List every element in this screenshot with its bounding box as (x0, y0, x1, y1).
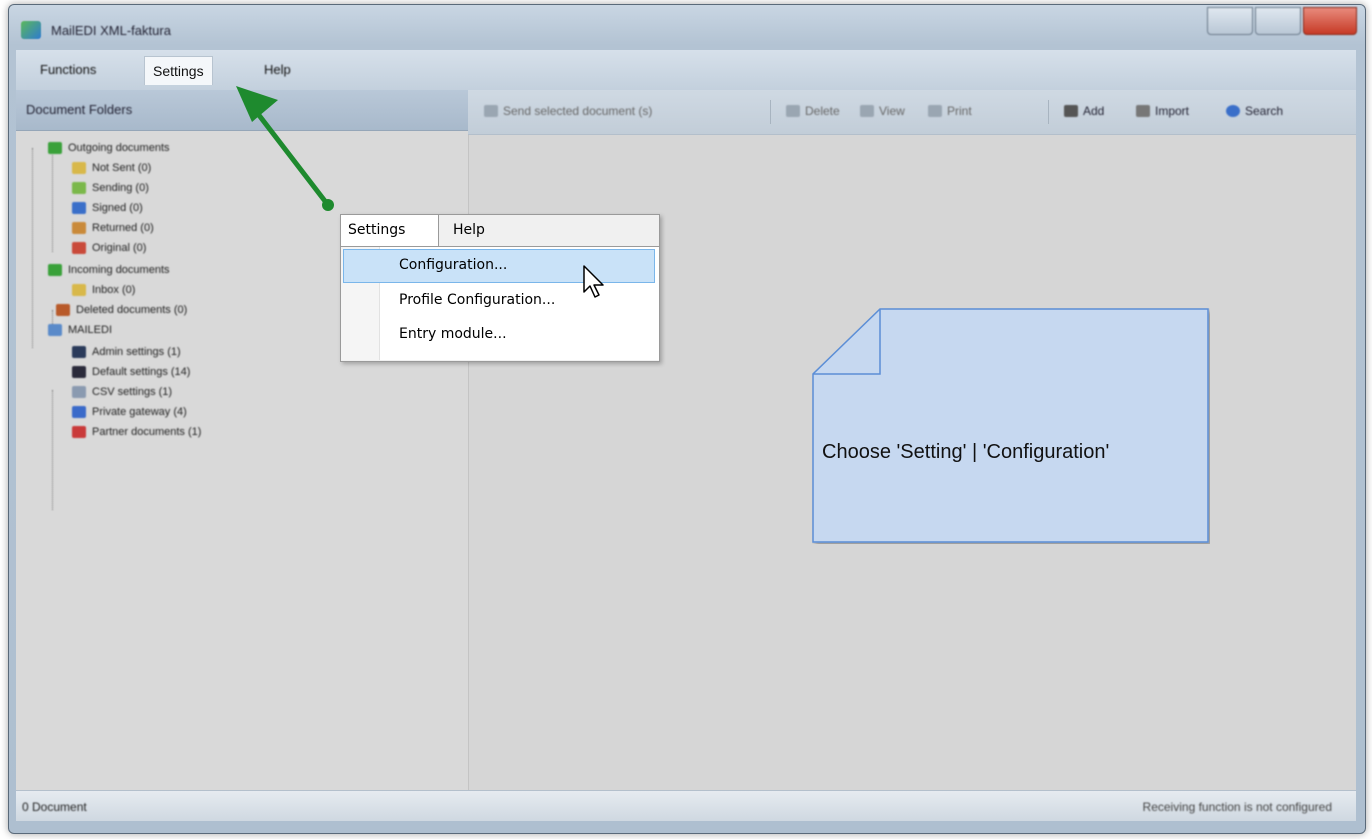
tree-item-label: Private gateway (4) (92, 406, 187, 418)
folder-icon (72, 366, 86, 378)
settings-dropdown: Settings Help Configuration... Profile C… (340, 214, 660, 362)
tree-item[interactable]: Deleted documents (0) (56, 300, 187, 320)
title-bar: MailEDI XML-faktura (9, 5, 1365, 49)
tree-item-label: Incoming documents (68, 264, 170, 276)
tree-item[interactable]: Outgoing documents (48, 138, 170, 158)
tree-item[interactable]: Private gateway (4) (72, 402, 187, 422)
tree-item[interactable]: Inbox (0) (72, 280, 135, 300)
tree-item-label: Inbox (0) (92, 284, 136, 296)
folder-icon (48, 324, 62, 336)
mouse-cursor-icon (583, 265, 604, 298)
tree-item[interactable]: Returned (0) (72, 218, 154, 238)
folder-icon (72, 202, 86, 214)
folder-icon (72, 222, 86, 234)
print-button[interactable]: Print (928, 104, 972, 118)
folder-icon (72, 162, 86, 174)
folder-icon (72, 242, 86, 254)
print-icon (928, 105, 942, 117)
send-selected-button[interactable]: Send selected document (s) (484, 104, 652, 118)
menu-bar: Functions Settings Help (16, 50, 1356, 90)
tree-item-label: Signed (0) (92, 202, 143, 214)
tree-item[interactable]: Sending (0) (72, 178, 149, 198)
tree-item[interactable]: Original (0) (72, 238, 146, 258)
tree-item[interactable]: Signed (0) (72, 198, 143, 218)
import-icon (1136, 105, 1150, 117)
folder-icon (72, 426, 86, 438)
delete-icon (786, 105, 800, 117)
tree-item-label: Sending (0) (92, 182, 149, 194)
close-button[interactable] (1303, 7, 1357, 35)
note-shape (812, 308, 1209, 543)
add-icon (1064, 105, 1078, 117)
tree-item-label: Returned (0) (92, 222, 154, 234)
window-title: MailEDI XML-faktura (51, 23, 171, 38)
menu-item-entry-module[interactable]: Entry module... (343, 318, 655, 352)
tree-item-label: Default settings (14) (92, 366, 191, 378)
document-folders-panel: Document Folders Outgoing documents Not S… (16, 90, 469, 790)
status-bar: 0 Document Receiving function is not con… (16, 790, 1356, 821)
search-button[interactable]: Search (1226, 104, 1283, 118)
folder-icon (56, 304, 70, 316)
search-icon (1226, 105, 1240, 117)
tree-item[interactable]: Default settings (14) (72, 362, 190, 382)
tree-item-label: CSV settings (1) (92, 386, 173, 398)
sidebar-header: Document Folders (16, 90, 468, 131)
folder-icon (72, 284, 86, 296)
send-icon (484, 105, 498, 117)
window-controls (1205, 7, 1357, 35)
folder-icon (48, 264, 62, 276)
tree-item[interactable]: Partner documents (1) (72, 422, 201, 442)
tree-item[interactable]: Not Sent (0) (72, 158, 151, 178)
import-button[interactable]: Import (1136, 104, 1189, 118)
tree-item[interactable]: Incoming documents (48, 260, 170, 280)
note-text: Choose 'Setting' | 'Configuration' (822, 441, 1110, 463)
view-button[interactable]: View (860, 104, 905, 118)
tree-item-label: Original (0) (92, 242, 147, 254)
minimize-button[interactable] (1207, 7, 1253, 35)
add-button[interactable]: Add (1064, 104, 1104, 118)
maximize-button[interactable] (1255, 7, 1301, 35)
toolbar: Send selected document (s) Delete View P… (468, 90, 1356, 135)
document-count: 0 Document (22, 800, 87, 814)
menu-help[interactable]: Help (264, 62, 291, 77)
tree-item-label: Deleted documents (0) (76, 304, 188, 316)
tree-item[interactable]: CSV settings (1) (72, 382, 172, 402)
tree-item[interactable]: Admin settings (1) (72, 342, 181, 362)
tree-item-label: Not Sent (0) (92, 162, 152, 174)
folder-icon (72, 386, 86, 398)
dropdown-tab-help[interactable]: Help (453, 222, 485, 238)
tree-item[interactable]: MAILEDI (48, 320, 112, 340)
receiving-status: Receiving function is not configured (1142, 800, 1332, 814)
app-icon (21, 21, 41, 39)
tree-item-label: MAILEDI (68, 324, 113, 336)
sidebar-title: Document Folders (26, 102, 133, 117)
menu-functions[interactable]: Functions (40, 62, 96, 77)
view-icon (860, 105, 874, 117)
folder-icon (72, 182, 86, 194)
delete-button[interactable]: Delete (786, 104, 840, 118)
dropdown-tab-settings[interactable]: Settings (341, 215, 439, 247)
tree-item-label: Outgoing documents (68, 142, 170, 154)
folder-icon (48, 142, 62, 154)
tree-item-label: Admin settings (1) (92, 346, 181, 358)
tree-item-label: Partner documents (1) (92, 426, 202, 438)
menu-settings[interactable]: Settings (144, 56, 213, 85)
callout-note: Choose 'Setting' | 'Configuration' (812, 308, 1210, 544)
folder-icon (72, 346, 86, 358)
folder-icon (72, 406, 86, 418)
